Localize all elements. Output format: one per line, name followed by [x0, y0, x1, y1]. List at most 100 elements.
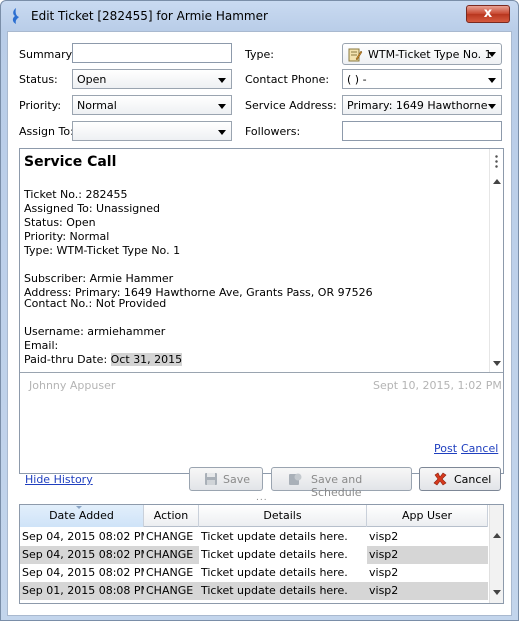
content-title: Service Call — [24, 154, 117, 170]
save-schedule-icon — [289, 473, 302, 485]
cell-date: Sep 04, 2015 08:02 PM — [22, 566, 144, 579]
summary-label: Summary: — [19, 48, 76, 61]
cell-action: CHANGE — [146, 548, 194, 561]
cell-user: visp2 — [369, 548, 399, 561]
cell-date: Sep 04, 2015 08:02 PM — [22, 530, 144, 543]
summary-input[interactable] — [72, 43, 232, 63]
column-label: Details — [263, 509, 302, 522]
hide-history-link[interactable]: Hide History — [25, 473, 93, 486]
divider — [20, 372, 503, 373]
status-line: Status: Open — [24, 216, 96, 229]
history-table: Date Added Action Details App User Sep 0… — [19, 504, 504, 604]
content-scrollbar[interactable] — [489, 149, 503, 372]
email-line: Email: — [24, 339, 59, 352]
paid-thru-label: Paid-thru Date: — [24, 353, 111, 366]
cancel-label: Cancel — [454, 473, 492, 486]
service-address-label: Service Address: — [245, 99, 337, 112]
cell-details: Ticket update details here. — [201, 530, 348, 543]
edit-ticket-window: Edit Ticket [282455] for Armie Hammer x … — [0, 0, 519, 621]
sort-indicator-icon — [76, 506, 82, 509]
table-row[interactable]: Sep 01, 2015 08:08 PM CHANGE Ticket upda… — [20, 582, 488, 600]
contact-phone-label: Contact Phone: — [245, 73, 330, 86]
priority-label: Priority: — [19, 99, 62, 112]
close-button[interactable]: x — [466, 5, 510, 23]
column-header-date-added[interactable]: Date Added — [20, 505, 144, 527]
priority-select[interactable]: Normal — [72, 95, 232, 115]
followers-input[interactable] — [342, 121, 502, 141]
type-select[interactable]: WTM-Ticket Type No. 1 — [342, 43, 502, 65]
cell-action: CHANGE — [146, 566, 194, 579]
followers-label: Followers: — [245, 125, 301, 138]
ticket-number-line: Ticket No.: 282455 — [24, 188, 128, 201]
type-line: Type: WTM-Ticket Type No. 1 — [24, 244, 181, 257]
column-label: App User — [401, 509, 453, 522]
chevron-down-icon — [488, 52, 496, 57]
splitter-handle[interactable]: ... — [256, 493, 268, 503]
assign-to-select[interactable] — [72, 121, 232, 141]
cell-user: visp2 — [369, 530, 399, 543]
service-address-value: Primary: 1649 Hawthorne — [347, 99, 488, 112]
assign-to-label: Assign To: — [19, 125, 74, 138]
cell-action: CHANGE — [146, 530, 194, 543]
username-line: Username: armiehammer — [24, 325, 166, 338]
scroll-down-icon[interactable] — [493, 361, 501, 366]
ticket-content[interactable]: Service Call Ticket No.: 282455 Assigned… — [20, 149, 488, 372]
history-scrollbar[interactable] — [489, 505, 503, 603]
cell-date: Sep 04, 2015 08:02 PM — [22, 548, 144, 561]
cell-user: visp2 — [369, 584, 399, 597]
paid-thru-line: Paid-thru Date: Oct 31, 2015 — [24, 353, 488, 367]
chevron-down-icon — [488, 78, 496, 83]
assigned-to-line: Assigned To: Unassigned — [24, 202, 161, 215]
priority-value: Normal — [77, 99, 117, 112]
chevron-down-icon — [218, 104, 226, 109]
cell-details: Ticket update details here. — [199, 546, 367, 564]
save-and-schedule-label: Save and Schedule — [311, 473, 363, 499]
column-header-app-user[interactable]: App User — [367, 505, 488, 527]
cell-details: Ticket update details here. — [201, 584, 348, 597]
save-label: Save — [223, 473, 251, 486]
cancel-button[interactable]: Cancel — [419, 467, 501, 491]
column-label: Action — [153, 509, 189, 522]
type-value: WTM-Ticket Type No. 1 — [368, 48, 492, 61]
paid-thru-date: Oct 31, 2015 — [110, 353, 183, 366]
table-row[interactable]: Sep 04, 2015 08:02 PM CHANGE Ticket upda… — [20, 564, 488, 582]
chevron-down-icon — [488, 104, 496, 109]
status-label: Status: — [19, 73, 58, 86]
table-row[interactable]: Sep 04, 2015 08:02 PM CHANGE Ticket upda… — [20, 546, 488, 564]
cell-action: CHANGE — [146, 584, 194, 597]
window-title: Edit Ticket [282455] for Armie Hammer — [31, 9, 268, 23]
column-label: Date Added — [49, 509, 114, 522]
column-header-details[interactable]: Details — [199, 505, 367, 527]
floppy-disk-icon — [205, 473, 217, 485]
history-header: Date Added Action Details App User — [20, 505, 488, 527]
priority-line: Priority: Normal — [24, 230, 110, 243]
type-label: Type: — [245, 48, 274, 61]
red-x-icon — [433, 472, 447, 486]
cancel-comment-link[interactable]: Cancel — [461, 442, 498, 455]
scroll-up-icon[interactable] — [493, 533, 501, 538]
more-options-icon[interactable] — [495, 154, 498, 168]
contact-phone-value: ( ) - — [347, 73, 367, 86]
column-header-action[interactable]: Action — [144, 505, 199, 527]
status-select[interactable]: Open — [72, 69, 232, 89]
dialog-body: Summary: Status: Priority: Assign To: Op… — [7, 31, 512, 616]
subscriber-line: Subscriber: Armie Hammer — [24, 272, 174, 285]
title-bar[interactable]: Edit Ticket [282455] for Armie Hammer x — [1, 1, 518, 31]
scroll-up-icon[interactable] — [493, 179, 501, 184]
ticket-type-icon — [348, 48, 363, 62]
contact-phone-input[interactable]: ( ) - — [342, 69, 502, 89]
post-link[interactable]: Post — [434, 442, 457, 455]
cell-details: Ticket update details here. — [201, 566, 348, 579]
cell-user: visp2 — [369, 566, 399, 579]
chevron-down-icon — [218, 78, 226, 83]
comment-date: Sept 10, 2015, 1:02 PM — [373, 379, 502, 392]
chevron-down-icon — [218, 130, 226, 135]
table-row[interactable]: Sep 04, 2015 08:02 PM CHANGE Ticket upda… — [20, 528, 488, 546]
scroll-down-icon[interactable] — [493, 590, 501, 595]
service-address-select[interactable]: Primary: 1649 Hawthorne — [342, 95, 502, 115]
save-and-schedule-button[interactable]: Save and Schedule — [271, 467, 412, 499]
status-value: Open — [77, 73, 107, 86]
save-button[interactable]: Save — [189, 467, 263, 491]
